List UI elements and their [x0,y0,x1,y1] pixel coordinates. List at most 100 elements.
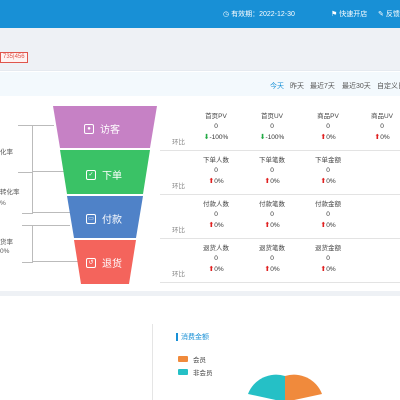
funnel-label-return: ↺ 退货 [86,255,122,270]
legend-nonmember[interactable]: 非会员 [178,367,213,377]
title-accent-bar [176,333,178,341]
consume-title: 消费金额 [176,332,209,342]
metric-header: 付款笔数 [259,201,285,208]
funnel-label-order: ✓ 下单 [86,167,122,182]
metric-header: 商品PV [317,113,339,120]
metric-header: 退货笔数 [259,245,285,252]
metric-row: 环比 首页PV 0 ⬇-100% 首页UV 0 ⬇-100% 商品PV 0 ⬆0% 商品UV 0 ⬆0% [160,108,400,151]
metric-change: ⬆0% [246,265,298,273]
consume-pie-chart [248,374,322,400]
metric-change: ⬆0% [356,133,400,141]
legend-member[interactable]: 会员 [178,354,206,364]
bracket-2 [22,172,33,214]
bracket-3 [22,225,33,263]
metric-change: ⬆0% [190,177,242,185]
conversion-value-3: 0% [0,248,10,255]
metric-header: 付款金额 [315,201,341,208]
filter-custom[interactable]: 自定义日 [377,81,400,91]
metric-row: 环比 付款人数 0 ⬆0% 付款笔数 0 ⬆0% 付款金额 0 ⬆0% [160,196,400,239]
metric-change-text: 0% [326,266,336,273]
metric-value: 0 [270,211,274,218]
top-bar: ◷ 有效期：2022-12-30 ⚑ 快速开店 ✎ 反馈 [0,0,400,28]
metric-change-text: -100% [265,134,285,141]
metric-header: 首页UV [260,113,284,120]
check-icon: ✓ [86,169,96,180]
divider [152,324,153,400]
metric-value: 0 [326,211,330,218]
metric-change-text: 0% [214,178,224,185]
consume-title-text: 消费金额 [181,334,209,341]
metric-cell: 退货金额 0 ⬆0% [302,242,354,273]
count-badge: 735|456 [0,52,28,63]
consume-section: 消费金额 会员 非会员 [0,296,400,400]
metric-value: 0 [326,167,330,174]
quick-open-store-link[interactable]: ⚑ 快速开店 [331,9,367,19]
pie-slice-nonmember[interactable] [248,374,285,400]
metric-value: 0 [270,255,274,262]
metric-change: ⬆0% [302,221,354,229]
funnel-text-payment: 付款 [102,215,122,226]
return-icon: ↺ [86,257,96,268]
clock-icon: ◷ [223,11,230,18]
edit-icon: ✎ [378,11,384,18]
metric-change: ⬇-100% [246,133,298,141]
metric-value: 0 [326,255,330,262]
metric-value: 0 [270,123,274,130]
user-icon: ● [84,123,94,134]
metric-cell: 付款金额 0 ⬆0% [302,198,354,229]
funnel-label-payment: ▭ 付款 [86,211,122,226]
filter-7days[interactable]: 最近7天 [310,81,335,91]
metric-row: 环比 退货人数 0 ⬆0% 退货笔数 0 ⬆0% 退货金额 0 ⬆0% [160,240,400,283]
metric-cell: 下单笔数 0 ⬆0% [246,154,298,185]
metric-change: ⬆0% [302,177,354,185]
funnel-label-visitor: ● 访客 [84,121,120,136]
metric-change: ⬆0% [246,177,298,185]
conversion-value-2: % [0,200,6,207]
bracket-1 [18,125,33,173]
metric-header: 下单金额 [315,157,341,164]
metric-row: 环比 下单人数 0 ⬆0% 下单笔数 0 ⬆0% 下单金额 0 ⬆0% [160,152,400,195]
legend-label-nonmember: 非会员 [193,370,213,377]
metric-value: 0 [214,255,218,262]
metric-change-text: 0% [214,266,224,273]
quick-open-label: 快速开店 [339,11,368,18]
funnel-text-visitor: 访客 [100,125,120,136]
huanbi-label: 环比 [172,271,185,278]
metric-header: 首页PV [205,113,227,120]
filter-30days[interactable]: 最近30天 [342,81,371,91]
validity-text: 有效期：2022-12-30 [231,11,295,18]
metric-cell: 下单金额 0 ⬆0% [302,154,354,185]
flag-icon: ⚑ [331,11,338,18]
metric-value: 0 [214,167,218,174]
feedback-link[interactable]: ✎ 反馈 [378,9,400,19]
filter-yesterday[interactable]: 昨天 [290,81,304,91]
metric-value: 0 [380,123,384,130]
metric-change-text: 0% [270,266,280,273]
funnel-text-return: 退货 [102,259,122,270]
metric-change-text: 0% [380,134,390,141]
metric-cell: 首页PV 0 ⬇-100% [190,110,242,141]
metric-change-text: 0% [270,222,280,229]
metric-header: 付款人数 [203,201,229,208]
pie-slice-member[interactable] [285,374,322,400]
funnel-text-order: 下单 [102,171,122,182]
metric-cell: 付款人数 0 ⬆0% [190,198,242,229]
metric-header: 退货金额 [315,245,341,252]
metric-value: 0 [326,123,330,130]
metric-change: ⬆0% [302,133,354,141]
metric-cell: 下单人数 0 ⬆0% [190,154,242,185]
conversion-label-3: 货率 [0,239,13,246]
metric-change-text: 0% [326,222,336,229]
metric-cell: 首页UV 0 ⬇-100% [246,110,298,141]
metric-change: ⬆0% [246,221,298,229]
metric-cell: 退货笔数 0 ⬆0% [246,242,298,273]
metric-value: 0 [270,167,274,174]
metric-change: ⬇-100% [190,133,242,141]
metric-change-text: -100% [209,134,229,141]
metric-cell: 商品PV 0 ⬆0% [302,110,354,141]
filter-today[interactable]: 今天 [270,81,284,91]
metric-change-text: 0% [326,178,336,185]
metric-value: 0 [214,123,218,130]
metric-header: 退货人数 [203,245,229,252]
legend-swatch-member [178,356,188,362]
